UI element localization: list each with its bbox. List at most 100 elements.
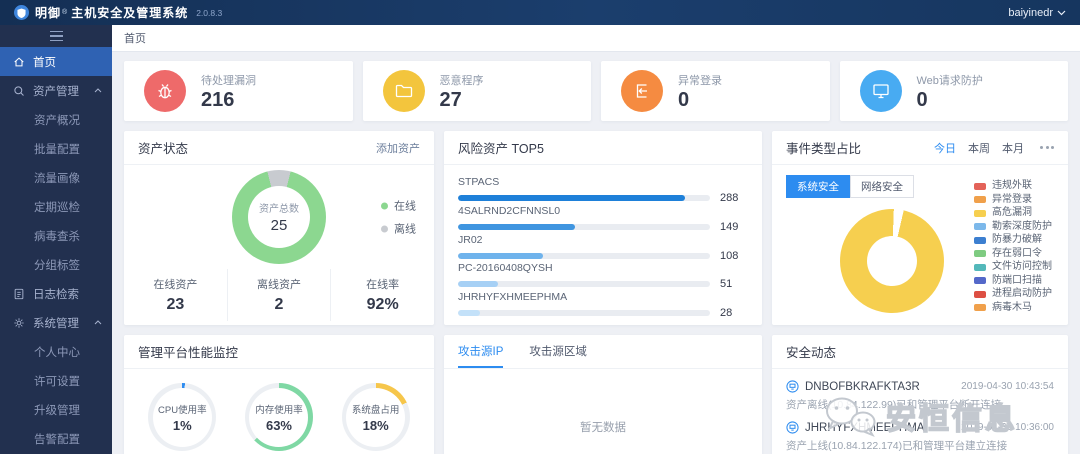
donut-center-value: 25	[270, 217, 288, 234]
gear-icon	[14, 317, 24, 328]
panel-asset-status: 资产状态 添加资产 资产总数 25 在线 离线 在线资产 23 离线资产 2 在…	[124, 131, 434, 325]
sidebar-item-traffic-profile[interactable]: 流量画像	[0, 163, 112, 192]
tab-attack-source-ip[interactable]: 攻击源IP	[458, 335, 504, 368]
legend-item[interactable]: 存在弱口令	[974, 248, 1052, 259]
asset-badge-icon	[786, 380, 799, 393]
tab-system-security[interactable]: 系统安全	[786, 175, 850, 198]
tab-attack-source-region[interactable]: 攻击源区域	[529, 335, 587, 368]
panel-attack-source: 攻击源IP 攻击源区域 暂无数据	[444, 335, 762, 454]
username: baiyinedr	[1008, 6, 1053, 19]
gauge-ring: 内存使用率 63%	[244, 383, 313, 451]
panel-performance: 管理平台性能监控 CPU使用率1% 内存使用率63% 系统盘占用18% 瞬	[124, 335, 434, 454]
asset-stats: 在线资产 23 离线资产 2 在线率 92%	[124, 269, 434, 321]
registered-mark: ®	[62, 9, 68, 16]
sidebar-item-personal-center[interactable]: 个人中心	[0, 337, 112, 366]
legend-item[interactable]: 异常登录	[974, 194, 1052, 205]
legend-item-offline[interactable]: 离线	[381, 221, 416, 237]
chevron-down-icon	[1057, 10, 1066, 15]
panel-title: 安全动态	[786, 346, 837, 360]
sidebar-item-group-tags[interactable]: 分组标签	[0, 250, 112, 279]
assets-icon	[14, 85, 24, 96]
add-asset-link[interactable]: 添加资产	[376, 140, 420, 156]
legend-item[interactable]: 文件访问控制	[974, 262, 1052, 272]
range-today[interactable]: 今日	[934, 140, 956, 156]
legend-item[interactable]: 防暴力破解	[974, 235, 1052, 245]
event-donut-chart	[840, 209, 944, 313]
tab-home[interactable]: 首页	[124, 30, 146, 46]
risk-bar-fill	[458, 281, 499, 288]
stat-cards-row: 待处理漏洞 216 恶意程序 27 异常登录 0 Web请求防护 0	[124, 61, 1068, 121]
sidebar-item-log-search[interactable]: 日志检索	[0, 279, 112, 308]
dashboard-content: 待处理漏洞 216 恶意程序 27 异常登录 0 Web请求防护 0 资产状态 …	[112, 52, 1080, 454]
legend-item-online[interactable]: 在线	[381, 198, 416, 214]
feed-item[interactable]: DNBOFBKRAFKTA3R 2019-04-30 10:43:54 资产离线…	[786, 380, 1054, 412]
feed-item[interactable]: JHRHYFXHMEEPHMA 2019-04-30 10:36:00 资产上线…	[786, 421, 1054, 453]
sidebar-item-upgrade-management[interactable]: 升级管理	[0, 395, 112, 424]
risk-bar-fill	[458, 195, 685, 201]
legend-item[interactable]: 进程启动防护	[974, 289, 1052, 299]
folder-icon	[382, 70, 425, 112]
empty-state-text: 暂无数据	[580, 422, 626, 434]
legend-item[interactable]: 勒索深度防护	[974, 221, 1052, 232]
gauge-ring: CPU使用率 1%	[148, 383, 217, 451]
user-menu[interactable]: baiyinedr	[1008, 7, 1066, 19]
sidebar: 首页 资产管理 资产概况 批量配置 流量画像 定期巡检 病毒查杀 分组标签 日志…	[0, 25, 112, 454]
range-this-month[interactable]: 本月	[1002, 140, 1024, 156]
stat-card-web-protection[interactable]: Web请求防护 0	[839, 61, 1068, 121]
donut-center-label: 资产总数	[259, 204, 299, 215]
risk-bar-row: JHRHYFXHMEEPHMA 28	[458, 291, 733, 319]
sidebar-item-asset-management[interactable]: 资产管理	[0, 76, 112, 105]
sidebar-item-system-management[interactable]: 系统管理	[0, 308, 112, 337]
sidebar-item-home[interactable]: 首页	[0, 47, 112, 76]
sidebar-item-alert-config[interactable]: 告警配置	[0, 424, 112, 453]
stat-card-label: Web请求防护	[916, 75, 983, 87]
monitor-icon	[859, 70, 902, 112]
risk-bar-row: STPACS 288	[458, 176, 739, 204]
legend-item[interactable]: 防端口扫描	[974, 275, 1052, 286]
sidebar-item-periodic-inspection[interactable]: 定期巡检	[0, 192, 112, 221]
panel-risk-top5: 风险资产 TOP5 STPACS 288 4SALRND2CFNNSL0 149…	[444, 131, 762, 325]
stat-card-malware[interactable]: 恶意程序 27	[362, 61, 591, 121]
sidebar-item-label: 首页	[33, 56, 56, 69]
legend-item[interactable]: 高危漏洞	[974, 208, 1052, 218]
stat-card-value: 27	[439, 89, 462, 111]
sidebar-item-label: 日志检索	[33, 288, 79, 301]
sidebar-item-batch-config[interactable]: 批量配置	[0, 134, 112, 163]
stat-card-value: 0	[678, 89, 690, 111]
top-bar: 明御 ® 主机安全及管理系统 2.0.8.3 baiyinedr	[0, 0, 1080, 25]
risk-bar-fill	[458, 223, 576, 230]
risk-bar-row: JR02 108	[458, 233, 739, 262]
product-name: 主机安全及管理系统	[71, 6, 189, 20]
panel-title: 管理平台性能监控	[138, 346, 239, 360]
menu-toggle-button[interactable]	[0, 25, 112, 47]
bug-icon	[144, 70, 186, 112]
asset-legend: 在线 离线	[381, 198, 416, 237]
brand-name: 明御	[35, 6, 62, 20]
stat-card-value: 216	[201, 89, 235, 111]
sidebar-item-license-settings[interactable]: 许可设置	[0, 366, 112, 395]
panel-security-feed: 安全动态 DNBOFBKRAFKTA3R 2019-04-30 10:43:54…	[772, 335, 1068, 454]
bottom-row: 管理平台性能监控 CPU使用率1% 内存使用率63% 系统盘占用18% 瞬	[124, 335, 1068, 454]
panel-title: 事件类型占比	[786, 142, 862, 156]
stat-card-vulnerabilities[interactable]: 待处理漏洞 216	[124, 61, 353, 121]
log-search-icon	[14, 288, 24, 299]
stat-card-label: 恶意程序	[439, 75, 484, 87]
risk-bar-row: 4SALRND2CFNNSL0 149	[458, 204, 739, 233]
risk-bar-fill	[458, 252, 544, 259]
sidebar-item-label: 系统管理	[33, 317, 79, 330]
risk-bar-fill	[458, 310, 481, 316]
stat-card-value: 0	[916, 89, 928, 111]
tab-network-security[interactable]: 网络安全	[850, 175, 914, 198]
panel-title: 资产状态	[138, 142, 189, 156]
version-label: 2.0.8.3	[196, 7, 223, 18]
stat-card-abnormal-login[interactable]: 异常登录 0	[601, 61, 830, 121]
legend-item[interactable]: 病毒木马	[974, 302, 1052, 313]
range-this-week[interactable]: 本周	[968, 140, 990, 156]
ellipsis-icon[interactable]	[1040, 146, 1054, 149]
home-icon	[14, 56, 24, 66]
legend-item[interactable]: 违规外联	[974, 181, 1052, 191]
stat-card-label: 异常登录	[678, 75, 722, 87]
sidebar-item-asset-overview[interactable]: 资产概况	[0, 105, 112, 134]
tab-bar: 首页	[112, 25, 1080, 52]
sidebar-item-virus-scan[interactable]: 病毒查杀	[0, 221, 112, 250]
